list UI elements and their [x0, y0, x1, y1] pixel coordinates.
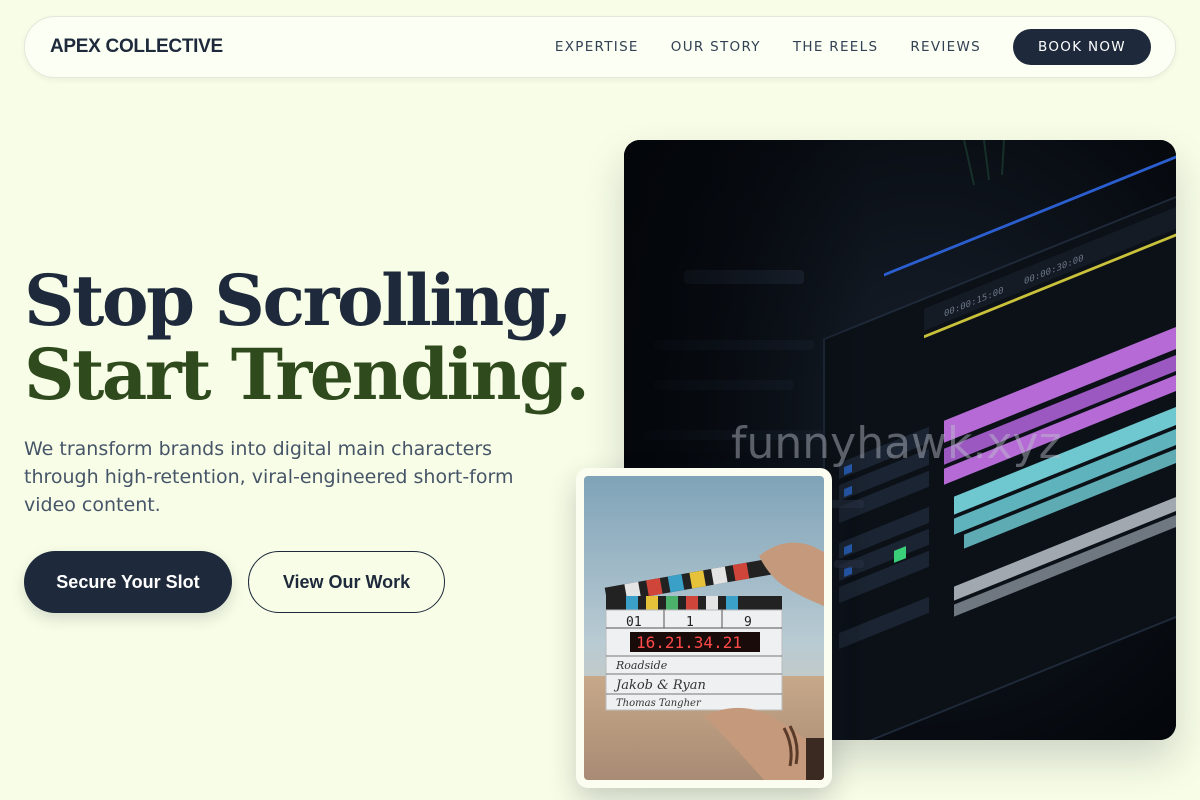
svg-text:9: 9: [744, 615, 752, 630]
clapper-photo-card: 01 1 9 16.21.34.21 Roadside Jakob & Ryan…: [576, 468, 832, 788]
nav-link-expertise[interactable]: EXPERTISE: [555, 39, 639, 55]
headline-line-1: Stop Scrolling,: [24, 259, 573, 342]
nav-link-reviews[interactable]: REVIEWS: [910, 39, 981, 55]
book-now-button[interactable]: BOOK NOW: [1013, 29, 1151, 65]
view-work-button[interactable]: View Our Work: [248, 551, 445, 613]
secure-slot-button[interactable]: Secure Your Slot: [24, 551, 232, 613]
nav-link-the-reels[interactable]: THE REELS: [793, 39, 878, 55]
top-nav-bar: APEX COLLECTIVE EXPERTISE OUR STORY THE …: [24, 16, 1176, 78]
nav-links: EXPERTISE OUR STORY THE REELS REVIEWS: [555, 39, 981, 55]
hero-headline: Stop Scrolling, Start Trending.: [24, 259, 590, 416]
nav-link-our-story[interactable]: OUR STORY: [671, 39, 761, 55]
svg-text:1: 1: [686, 615, 694, 630]
svg-text:Thomas Tangher: Thomas Tangher: [616, 698, 702, 709]
svg-text:Jakob & Ryan: Jakob & Ryan: [613, 678, 706, 693]
svg-text:Roadside: Roadside: [615, 659, 668, 672]
svg-text:16.21.34.21: 16.21.34.21: [636, 633, 742, 652]
hero-subtext: We transform brands into digital main ch…: [24, 438, 514, 516]
headline-line-2: Start Trending.: [24, 333, 590, 416]
brand-logo[interactable]: APEX COLLECTIVE: [50, 36, 223, 58]
svg-text:01: 01: [626, 615, 642, 630]
clapper-illustration: 01 1 9 16.21.34.21 Roadside Jakob & Ryan…: [584, 476, 824, 780]
clapper-photo: 01 1 9 16.21.34.21 Roadside Jakob & Ryan…: [584, 476, 824, 780]
